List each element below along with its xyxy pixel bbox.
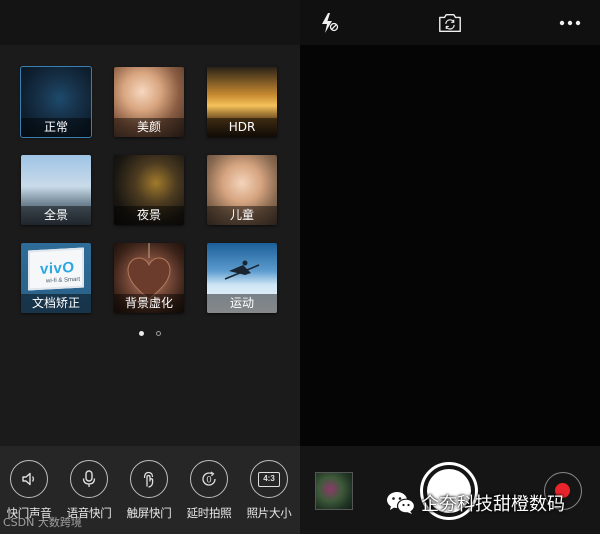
mode-label: 背景虚化: [114, 294, 184, 313]
mode-bokeh[interactable]: 背景虚化: [114, 243, 184, 313]
setting-label: 延时拍照: [186, 506, 232, 520]
photo-size-value: 4:3: [258, 471, 280, 487]
setting-timer[interactable]: 0 延时拍照: [181, 460, 237, 521]
mode-kids[interactable]: 儿童: [207, 155, 277, 225]
mode-panel: 正常 美颜 HDR 全景 夜景 儿童 vivO wi-fi & Smart 文档…: [0, 0, 300, 534]
mode-beauty[interactable]: 美颜: [114, 67, 184, 137]
gallery-thumbnail[interactable]: [315, 472, 353, 510]
setting-shutter-sound[interactable]: 快门声音: [1, 460, 57, 521]
wechat-text: 企夯科技甜橙数码: [421, 494, 565, 515]
camera-viewfinder-panel: 企夯科技甜橙数码: [300, 0, 600, 534]
mode-label: 正常: [21, 118, 91, 137]
timer-value: 0: [206, 474, 211, 484]
switch-camera-icon[interactable]: [437, 10, 463, 36]
setting-touch-shutter[interactable]: 触屏快门: [121, 460, 177, 521]
capture-bar: 企夯科技甜橙数码: [300, 446, 600, 534]
watermark: CSDN 大数跨境: [3, 516, 82, 529]
viewfinder[interactable]: [300, 45, 600, 446]
page-indicator: [0, 323, 300, 342]
page-dot-active: [139, 331, 145, 336]
setting-photo-size[interactable]: 4:3 照片大小: [241, 460, 297, 521]
wechat-watermark: 企夯科技甜橙数码: [385, 490, 565, 516]
mode-label: 美颜: [114, 118, 184, 137]
touch-icon: [130, 460, 168, 498]
setting-label: 触屏快门: [126, 506, 172, 520]
speaker-icon: [10, 460, 48, 498]
wechat-icon: [387, 492, 416, 514]
mode-label: 夜景: [114, 206, 184, 225]
timer-icon: 0: [190, 460, 228, 498]
mode-hdr[interactable]: HDR: [207, 67, 277, 137]
aspect-ratio-icon: 4:3: [250, 460, 288, 498]
mode-document[interactable]: vivO wi-fi & Smart 文档矫正: [21, 243, 91, 313]
mode-panorama[interactable]: 全景: [21, 155, 91, 225]
mode-label: 运动: [207, 294, 277, 313]
mode-label: 全景: [21, 206, 91, 225]
doc-sub: wi-fi & Smart: [46, 276, 81, 285]
mode-sport[interactable]: 运动: [207, 243, 277, 313]
mode-night[interactable]: 夜景: [114, 155, 184, 225]
more-icon[interactable]: [557, 10, 583, 36]
mode-normal[interactable]: 正常: [20, 66, 92, 138]
mode-grid: 正常 美颜 HDR 全景 夜景 儿童 vivO wi-fi & Smart 文档…: [0, 0, 300, 330]
camera-top-bar: [300, 0, 600, 45]
setting-voice-shutter[interactable]: 语音快门: [61, 460, 117, 521]
flash-off-icon[interactable]: [316, 10, 342, 36]
mode-label: HDR: [207, 118, 277, 137]
microphone-icon: [70, 460, 108, 498]
doc-logo: vivO: [40, 259, 75, 278]
page-dot-inactive: [155, 331, 161, 336]
mode-label: 儿童: [207, 206, 277, 225]
setting-label: 照片大小: [246, 506, 292, 520]
document-card: vivO wi-fi & Smart: [28, 247, 84, 291]
mode-label: 文档矫正: [21, 294, 91, 313]
